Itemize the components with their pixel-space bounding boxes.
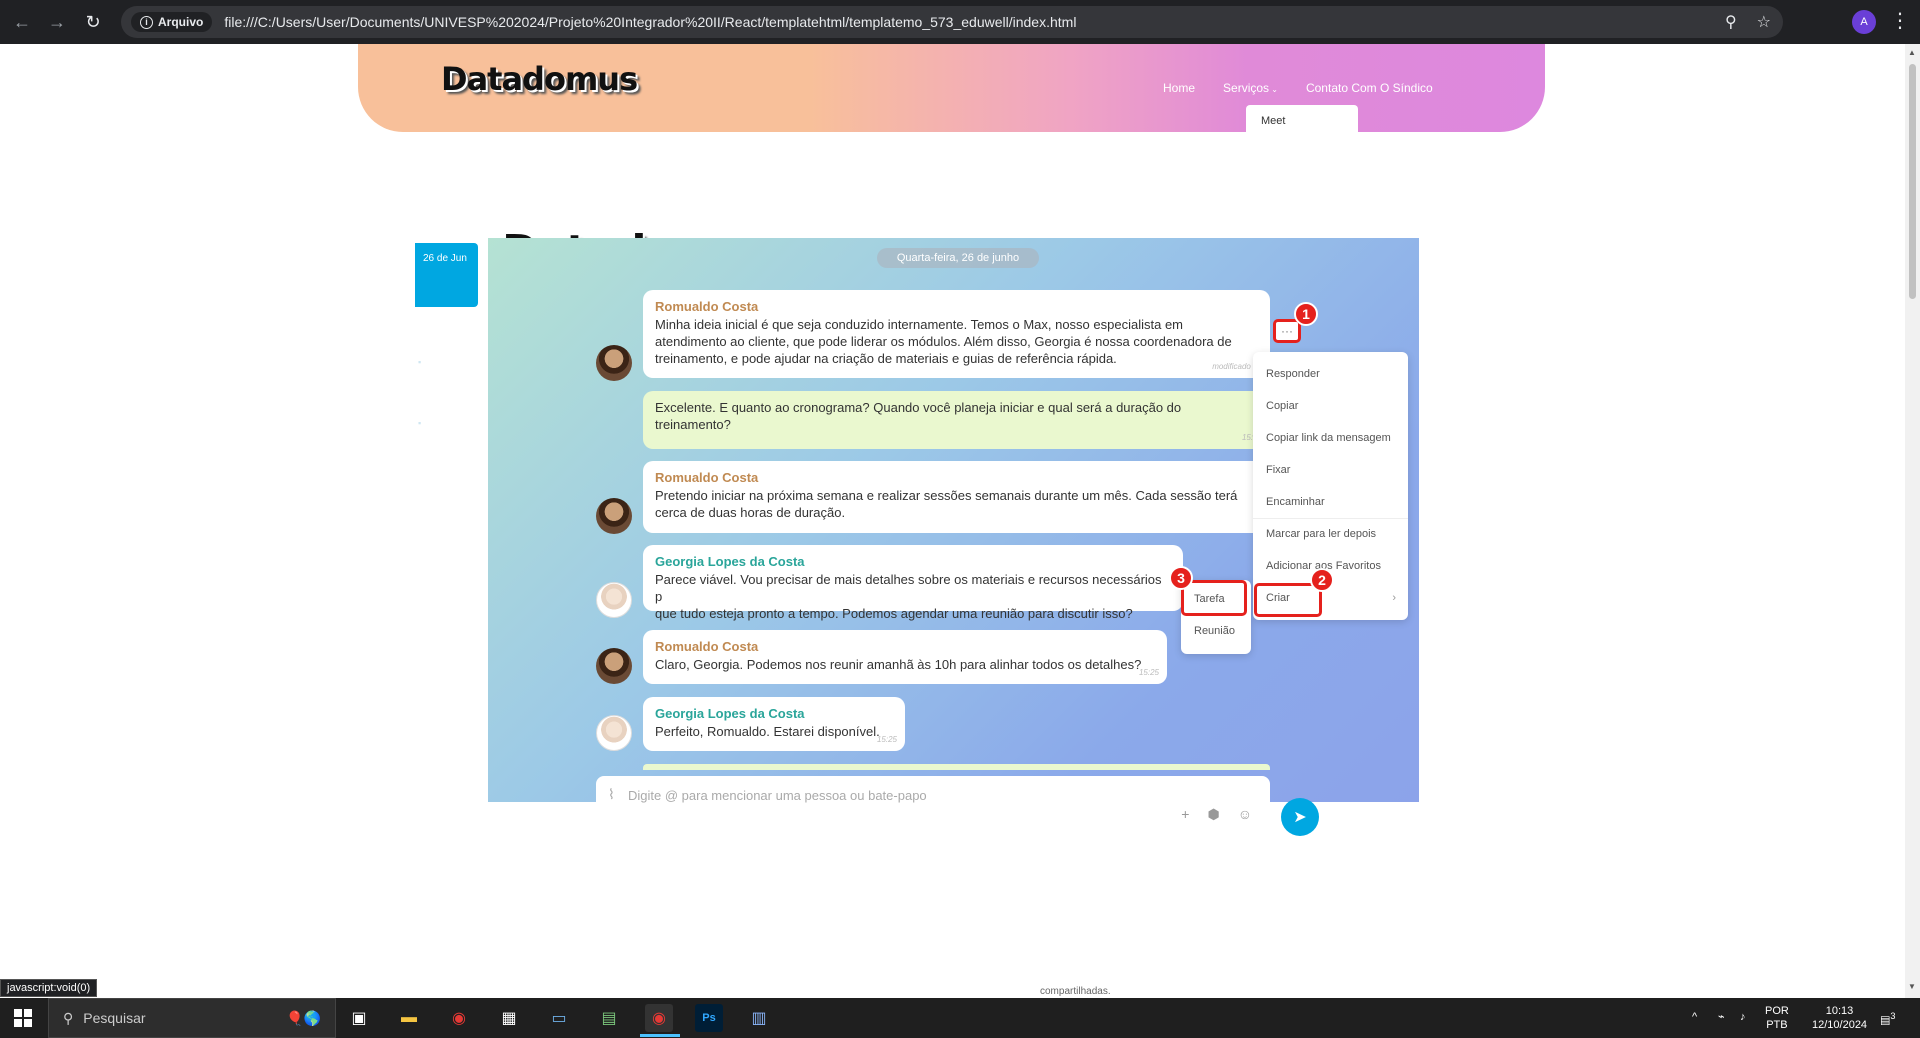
security-chip[interactable]: i Arquivo	[131, 12, 213, 32]
status-bar-url: javascript:void(0)	[0, 979, 98, 997]
menu-kebab-icon[interactable]: ⋮	[1890, 8, 1910, 33]
nav-servicos[interactable]: Serviços ⌄	[1223, 81, 1278, 95]
send-button[interactable]: ➤	[1281, 798, 1319, 836]
chevron-down-icon: ⌄	[1269, 85, 1278, 94]
page-footer-text: compartilhadas.	[1040, 986, 1111, 997]
document-icon[interactable]: ▥	[745, 1004, 773, 1032]
info-icon: i	[140, 15, 153, 29]
task-view-icon[interactable]: ▣	[345, 1004, 373, 1032]
avatar-georgia	[596, 715, 632, 751]
menu-copiar[interactable]: Copiar	[1266, 400, 1298, 412]
step-badge-1: 1	[1294, 302, 1318, 326]
nav-contato[interactable]: Contato Com O Síndico	[1306, 81, 1433, 95]
network-icon[interactable]: ⌁	[1718, 1010, 1725, 1024]
file-explorer-icon[interactable]: ▬	[395, 1004, 423, 1032]
message-5[interactable]: Romualdo Costa Claro, Georgia. Podemos n…	[643, 630, 1167, 684]
menu-encaminhar[interactable]: Encaminhar	[1266, 496, 1325, 508]
windows-taskbar: ⚲ Pesquisar 🎈🌎 ▣ ▬ ◉ ▦ ▭ ▤ ◉ Ps ▥ ^ ⌁ ♪ …	[0, 998, 1920, 1038]
menu-marcar[interactable]: Marcar para ler depois	[1266, 528, 1376, 540]
search-highlight-icon: 🎈🌎	[286, 1009, 321, 1026]
message-2[interactable]: Excelente. E quanto ao cronograma? Quand…	[643, 391, 1270, 449]
add-icon[interactable]: +	[1181, 806, 1189, 823]
paperclip-icon[interactable]: ⌇	[608, 786, 615, 803]
criar-highlight	[1254, 583, 1322, 617]
message-1[interactable]: Romualdo Costa Minha ideia inicial é que…	[643, 290, 1270, 378]
avatar-georgia	[596, 582, 632, 618]
photoshop-icon[interactable]: Ps	[695, 1004, 723, 1032]
step-badge-2: 2	[1310, 568, 1334, 592]
profile-avatar[interactable]: A	[1852, 10, 1876, 34]
chrome-icon[interactable]: ◉	[445, 1004, 473, 1032]
services-dropdown-meet[interactable]: Meet	[1246, 105, 1358, 133]
menu-copiar-link[interactable]: Copiar link da mensagem	[1266, 432, 1391, 444]
tarefa-highlight	[1181, 580, 1247, 616]
back-icon[interactable]: ←	[5, 5, 39, 39]
clock[interactable]: 10:13 12/10/2024	[1812, 1004, 1867, 1032]
message-4[interactable]: Georgia Lopes da Costa Parece viável. Vo…	[643, 545, 1183, 621]
scrollbar-thumb[interactable]	[1909, 64, 1916, 299]
scroll-up-icon[interactable]: ▲	[1908, 48, 1916, 57]
avatar-romualdo	[596, 648, 632, 684]
avatar-romualdo	[596, 498, 632, 534]
windows-start-icon[interactable]	[14, 1009, 32, 1027]
send-icon: ➤	[1293, 809, 1307, 826]
forward-icon[interactable]: →	[40, 5, 74, 39]
message-next-peek	[643, 764, 1270, 770]
avatar-romualdo	[596, 345, 632, 381]
nav-home[interactable]: Home	[1163, 81, 1195, 95]
site-logo[interactable]: Datadomus	[441, 60, 638, 98]
page-scrollbar[interactable]: ▲ ▼	[1905, 44, 1920, 998]
calendar-app-icon[interactable]: ▦	[495, 1004, 523, 1032]
active-indicator	[640, 1034, 680, 1037]
message-composer[interactable]: ⌇ Digite @ para mencionar uma pessoa ou …	[596, 776, 1270, 836]
scroll-down-icon[interactable]: ▼	[1908, 982, 1916, 991]
menu-responder[interactable]: Responder	[1266, 368, 1320, 380]
remote-desktop-icon[interactable]: ▭	[545, 1004, 573, 1032]
chrome-profile-icon[interactable]: ◉	[645, 1004, 673, 1032]
reload-icon[interactable]: ↻	[76, 5, 110, 39]
chevron-right-icon: ›	[1392, 592, 1396, 604]
step-badge-3: 3	[1169, 566, 1193, 590]
menu-divider	[1253, 518, 1408, 519]
date-separator: Quarta-feira, 26 de junho	[877, 248, 1039, 268]
menu-fixar[interactable]: Fixar	[1266, 464, 1290, 476]
address-bar[interactable]: i Arquivo file:///C:/Users/User/Document…	[121, 6, 1783, 38]
submenu-reuniao[interactable]: Reunião	[1194, 625, 1235, 637]
spreadsheet-icon[interactable]: ▤	[595, 1004, 623, 1032]
url-text[interactable]: file:///C:/Users/User/Documents/UNIVESP%…	[224, 14, 1076, 30]
bookmark-star-icon[interactable]: ☆	[1757, 12, 1771, 32]
notification-icon[interactable]: ▤3	[1880, 1009, 1896, 1028]
sticker-icon[interactable]: ⬢	[1207, 806, 1219, 823]
chat-list-selected[interactable]: 26 de Jun	[415, 243, 478, 307]
composer-placeholder: Digite @ para mencionar uma pessoa ou ba…	[628, 788, 927, 803]
site-header: Datadomus Home Serviços ⌄ Contato Com O …	[358, 44, 1545, 133]
message-6[interactable]: Georgia Lopes da Costa Perfeito, Romuald…	[643, 697, 905, 751]
language-indicator[interactable]: POR PTB	[1765, 1004, 1789, 1032]
taskbar-search[interactable]: ⚲ Pesquisar 🎈🌎	[48, 998, 336, 1038]
message-3[interactable]: Romualdo Costa Pretendo iniciar na próxi…	[643, 461, 1270, 533]
main-nav: Home Serviços ⌄ Contato Com O Síndico	[1163, 81, 1433, 95]
volume-icon[interactable]: ♪	[1740, 1010, 1746, 1024]
ellipsis-icon: ···	[1281, 324, 1293, 338]
chat-list-faint-1: ▪	[418, 357, 422, 367]
tray-chevron-icon[interactable]: ^	[1692, 1010, 1697, 1024]
emoji-icon[interactable]: ☺	[1238, 806, 1252, 823]
chat-list-faint-2: ▪	[418, 418, 422, 428]
browser-toolbar: ← → ↻ i Arquivo file:///C:/Users/User/Do…	[0, 0, 1920, 44]
zoom-icon[interactable]: ⚲	[1725, 12, 1737, 32]
search-icon: ⚲	[63, 1009, 74, 1026]
